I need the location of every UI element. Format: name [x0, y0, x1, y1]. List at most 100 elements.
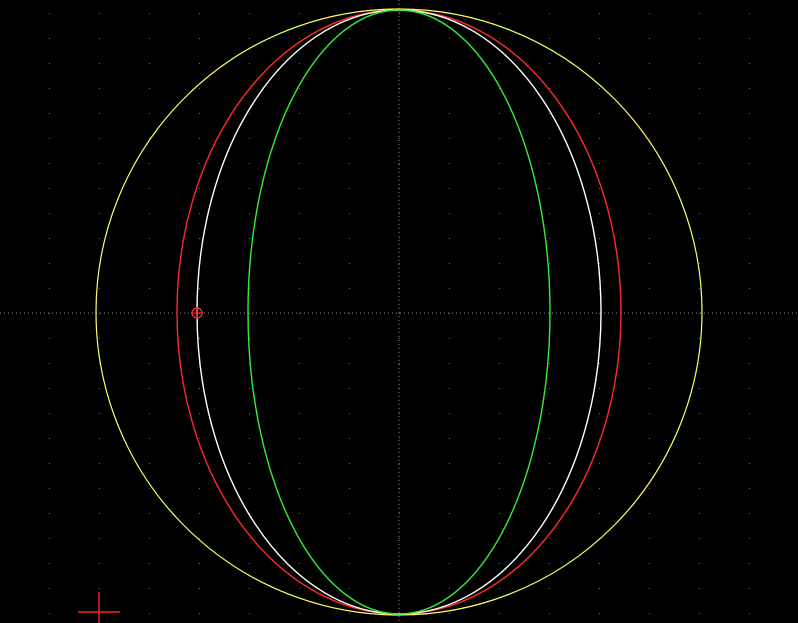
- grid-dot: [749, 588, 750, 589]
- grid-dot: [349, 163, 350, 164]
- grid-dot: [149, 488, 150, 489]
- grid-dot: [499, 588, 500, 589]
- grid-dot: [499, 613, 500, 614]
- grid-dot: [349, 238, 350, 239]
- grid-dot: [49, 138, 50, 139]
- grid-dot: [699, 238, 700, 239]
- grid-dot: [249, 413, 250, 414]
- grid-dot: [349, 38, 350, 39]
- grid-dot: [399, 138, 400, 139]
- grid-dot: [149, 113, 150, 114]
- grid-dot: [199, 588, 200, 589]
- grid-dot: [599, 588, 600, 589]
- grid-dot: [749, 563, 750, 564]
- grid-dot: [449, 188, 450, 189]
- grid-dot: [99, 288, 100, 289]
- grid-dot: [699, 613, 700, 614]
- grid-dot: [549, 13, 550, 14]
- grid-dot: [749, 363, 750, 364]
- grid-dot: [499, 313, 500, 314]
- grid-dot: [749, 163, 750, 164]
- grid-dot: [149, 63, 150, 64]
- grid-dot: [549, 588, 550, 589]
- grid-dot: [249, 388, 250, 389]
- grid-dot: [649, 238, 650, 239]
- grid-dot: [349, 613, 350, 614]
- grid-dot: [149, 288, 150, 289]
- grid-dot: [699, 563, 700, 564]
- grid-dot: [449, 488, 450, 489]
- grid-dot: [349, 138, 350, 139]
- grid-dot: [499, 463, 500, 464]
- grid-dot: [249, 613, 250, 614]
- grid-dot: [549, 488, 550, 489]
- grid-dot: [299, 63, 300, 64]
- grid-dot: [49, 238, 50, 239]
- grid-dot: [249, 438, 250, 439]
- grid-dot: [149, 538, 150, 539]
- grid-dot: [449, 363, 450, 364]
- grid-dot: [299, 113, 300, 114]
- grid-dot: [199, 238, 200, 239]
- grid-dot: [499, 413, 500, 414]
- grid-dot: [349, 488, 350, 489]
- grid-dot: [49, 363, 50, 364]
- grid-dot: [299, 338, 300, 339]
- grid-dot: [649, 413, 650, 414]
- grid-dot: [399, 38, 400, 39]
- grid-dot: [449, 438, 450, 439]
- grid-dot: [199, 213, 200, 214]
- grid-dot: [249, 463, 250, 464]
- grid-dot: [49, 213, 50, 214]
- grid-dot: [649, 88, 650, 89]
- grid-dot: [399, 438, 400, 439]
- grid-dot: [149, 38, 150, 39]
- grid-dot: [499, 488, 500, 489]
- grid-dot: [449, 288, 450, 289]
- grid-dot: [299, 563, 300, 564]
- grid-dot: [749, 38, 750, 39]
- grid-dot: [499, 238, 500, 239]
- grid-dot: [749, 613, 750, 614]
- grid-dot: [499, 13, 500, 14]
- grid-dot: [599, 563, 600, 564]
- drawing-svg[interactable]: [0, 0, 798, 623]
- grid-dot: [699, 63, 700, 64]
- grid-dot: [199, 413, 200, 414]
- grid-dot: [299, 213, 300, 214]
- grid-dot: [149, 413, 150, 414]
- grid-dot: [349, 463, 350, 464]
- grid-dot: [549, 63, 550, 64]
- grid-dot: [349, 88, 350, 89]
- cad-drawing-canvas[interactable]: [0, 0, 798, 623]
- grid-dot: [99, 38, 100, 39]
- grid-dot: [199, 38, 200, 39]
- grid-dot: [699, 588, 700, 589]
- axis-lines: [0, 0, 798, 623]
- grid-dot: [599, 313, 600, 314]
- grid-dot: [599, 88, 600, 89]
- grid-dot: [99, 238, 100, 239]
- grid-dot: [349, 263, 350, 264]
- grid-dot: [199, 63, 200, 64]
- grid-dot: [399, 238, 400, 239]
- grid-dot: [149, 313, 150, 314]
- grid-dot: [49, 313, 50, 314]
- grid-dot: [649, 363, 650, 364]
- grid-dot: [249, 163, 250, 164]
- grid-dot: [449, 588, 450, 589]
- grid-dot: [449, 388, 450, 389]
- crosshair-point-icon[interactable]: [191, 307, 203, 319]
- grid-dot: [699, 88, 700, 89]
- grid-dot: [349, 563, 350, 564]
- grid-dot: [149, 238, 150, 239]
- grid-dot: [349, 313, 350, 314]
- grid-dot: [99, 63, 100, 64]
- grid-dot: [499, 438, 500, 439]
- grid-dot: [249, 313, 250, 314]
- grid-dot: [449, 463, 450, 464]
- grid-dot: [149, 588, 150, 589]
- grid-dot: [49, 413, 50, 414]
- grid-dot: [199, 188, 200, 189]
- grid-dot: [749, 413, 750, 414]
